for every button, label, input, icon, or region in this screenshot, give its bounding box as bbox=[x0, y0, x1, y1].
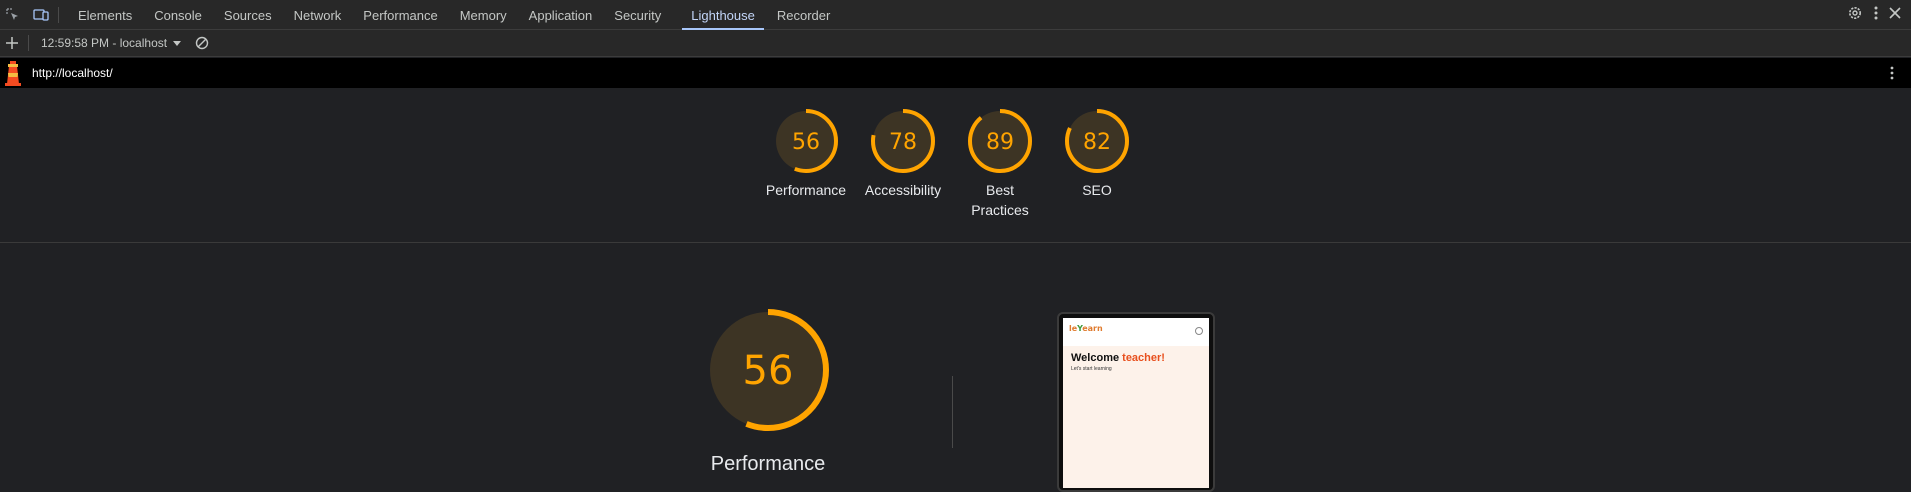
tab-console[interactable]: Console bbox=[143, 0, 213, 30]
divider bbox=[28, 35, 29, 51]
screenshot-header: leYearn bbox=[1063, 318, 1209, 346]
tab-network[interactable]: Network bbox=[283, 0, 353, 30]
gauge-label: Accessibility bbox=[864, 182, 942, 198]
big-gauge-score: 56 bbox=[743, 348, 794, 394]
panel-tabs: Elements Console Sources Network Perform… bbox=[67, 0, 841, 30]
gauge-score: 56 bbox=[792, 130, 820, 155]
gauge-label: SEO bbox=[1082, 182, 1112, 198]
site-logo-icon: leYearn bbox=[1069, 324, 1103, 333]
screenshot-welcome: Welcome teacher! bbox=[1071, 352, 1165, 364]
gauge-ring: 56 bbox=[707, 309, 829, 431]
performance-section: 56 Performance leYearn Welcome teacher! … bbox=[0, 244, 1911, 492]
tab-security[interactable]: Security bbox=[603, 0, 672, 30]
gauge-label: Performance bbox=[765, 182, 847, 198]
gauge-seo[interactable]: 82 SEO bbox=[1047, 108, 1147, 200]
more-options-icon[interactable] bbox=[1873, 5, 1879, 26]
clear-all-icon[interactable] bbox=[195, 36, 209, 50]
device-toggle-icon[interactable] bbox=[32, 6, 50, 24]
screenshot-subtitle: Let's start learning bbox=[1071, 366, 1112, 372]
divider bbox=[58, 6, 59, 23]
performance-title: Performance bbox=[710, 453, 826, 475]
gauge-best-practices[interactable]: 89 Best Practices bbox=[950, 108, 1050, 220]
tab-application[interactable]: Application bbox=[518, 0, 604, 30]
user-icon bbox=[1195, 327, 1203, 335]
gauge-score: 89 bbox=[986, 130, 1014, 155]
report-url[interactable]: http://localhost/ bbox=[32, 66, 113, 80]
report-selector[interactable]: 12:59:58 PM - localhost bbox=[41, 36, 182, 50]
tab-sources[interactable]: Sources bbox=[213, 0, 283, 30]
tab-lighthouse[interactable]: Lighthouse bbox=[680, 0, 766, 30]
gauge-performance[interactable]: 56 Performance bbox=[756, 108, 856, 200]
screenshot-screen: leYearn Welcome teacher! Let's start lea… bbox=[1063, 318, 1209, 488]
score-summary: 56 Performance 78 Accessibility 89 Best … bbox=[0, 88, 1911, 243]
new-report-plus-icon[interactable] bbox=[2, 33, 22, 53]
tab-recorder[interactable]: Recorder bbox=[766, 0, 841, 30]
report-url-bar: http://localhost/ bbox=[0, 58, 1911, 88]
gauge-ring: 56 bbox=[774, 109, 838, 173]
devtools-tabbar: Elements Console Sources Network Perform… bbox=[0, 0, 1911, 30]
gauge-accessibility[interactable]: 78 Accessibility bbox=[853, 108, 953, 200]
report-menu-icon[interactable] bbox=[1889, 65, 1895, 86]
report-selector-label: 12:59:58 PM - localhost bbox=[41, 36, 168, 50]
gauge-ring: 82 bbox=[1065, 109, 1129, 173]
inspect-element-icon[interactable] bbox=[4, 6, 22, 24]
tabbar-actions bbox=[1847, 0, 1911, 30]
tab-memory[interactable]: Memory bbox=[449, 0, 518, 30]
gauge-label: Best Practices bbox=[971, 182, 1029, 218]
tab-elements[interactable]: Elements bbox=[67, 0, 143, 30]
gauge-score: 82 bbox=[1083, 130, 1111, 155]
lighthouse-toolbar: 12:59:58 PM - localhost bbox=[0, 30, 1911, 57]
gauge-ring: 78 bbox=[871, 109, 935, 173]
divider bbox=[952, 376, 953, 448]
chevron-down-icon bbox=[173, 36, 182, 50]
gauge-score: 78 bbox=[889, 130, 917, 155]
gauge-ring: 89 bbox=[968, 109, 1032, 173]
close-icon[interactable] bbox=[1889, 6, 1901, 24]
tab-performance[interactable]: Performance bbox=[352, 0, 448, 30]
final-screenshot[interactable]: leYearn Welcome teacher! Let's start lea… bbox=[1057, 312, 1215, 492]
lighthouse-logo-icon bbox=[5, 61, 21, 86]
gear-icon[interactable] bbox=[1847, 5, 1863, 26]
performance-big-gauge: 56 bbox=[700, 308, 836, 437]
